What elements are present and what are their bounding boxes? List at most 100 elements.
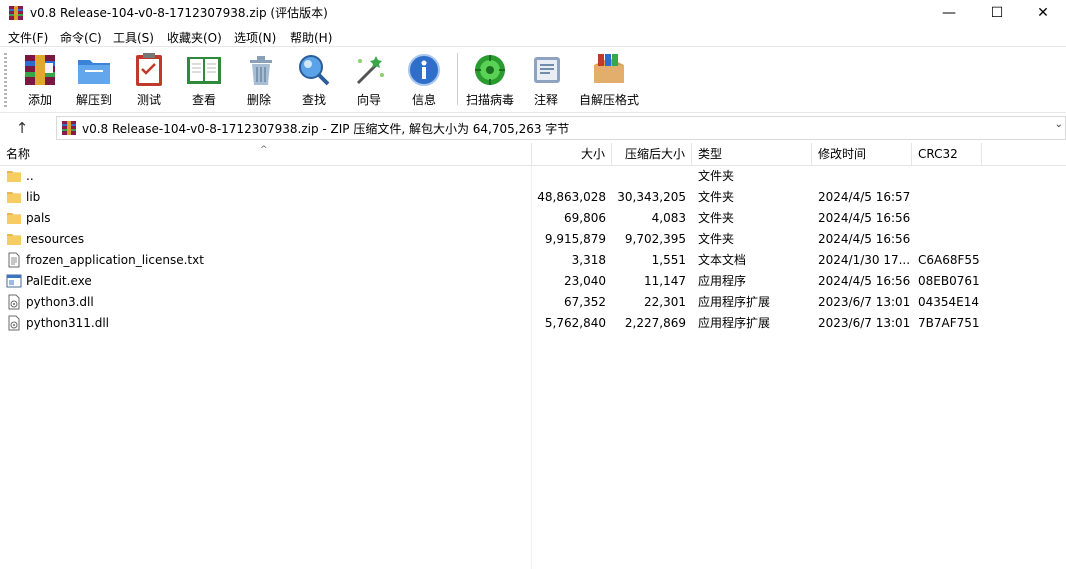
file-modified: 2024/4/5 16:56	[818, 274, 910, 288]
file-packed-size: 9,702,395	[624, 232, 686, 246]
delete-label: 删除	[246, 93, 271, 107]
extract-folder-icon	[78, 60, 110, 84]
minimize-button[interactable]: —	[926, 0, 972, 26]
file-type: 文件夹	[698, 211, 735, 225]
file-packed-size: 4,083	[651, 211, 686, 225]
file-row[interactable]: lib 48,863,028 30,343,205 文件夹 2024/4/5 16:57	[0, 187, 1066, 208]
comment-label: 注释	[533, 93, 558, 107]
exe-file-icon	[6, 273, 22, 289]
file-size: 23,040	[564, 274, 606, 288]
folder-icon	[6, 189, 22, 205]
text-file-icon	[6, 252, 22, 268]
folder-icon	[6, 210, 22, 226]
path-text: v0.8 Release-104-v0-8-1712307938.zip - Z…	[82, 122, 570, 136]
comment-button[interactable]: 注释	[528, 51, 564, 109]
close-button[interactable]: ✕	[1020, 0, 1066, 26]
menu-commands[interactable]: 命令(C)	[60, 29, 102, 46]
column-header-modified[interactable]: 修改时间	[812, 143, 912, 165]
info-button[interactable]: 信息	[405, 51, 443, 109]
file-packed-size: 30,343,205	[617, 190, 686, 204]
menu-file[interactable]: 文件(F)	[8, 29, 48, 46]
winrar-app-icon[interactable]	[8, 5, 24, 21]
file-packed-size: 11,147	[644, 274, 686, 288]
file-modified: 2023/6/7 13:01	[818, 316, 910, 330]
file-crc32	[918, 229, 982, 250]
find-button[interactable]: 查找	[294, 51, 334, 109]
file-packed-size: 2,227,869	[624, 316, 686, 330]
column-header-size[interactable]: 大小	[532, 143, 612, 165]
file-row[interactable]: python3.dll 67,352 22,301 应用程序扩展 2023/6/7 13…	[0, 292, 1066, 313]
view-button[interactable]: 查看	[182, 51, 226, 109]
column-header-crc32[interactable]: CRC32	[912, 143, 982, 165]
up-folder-button[interactable]: ↑	[10, 118, 34, 138]
virus-scan-button[interactable]: 扫描病毒	[464, 51, 516, 109]
menu-options[interactable]: 选项(N)	[234, 29, 276, 46]
test-label: 测试	[136, 93, 161, 107]
file-name: pals	[26, 211, 51, 225]
file-size	[533, 166, 606, 187]
file-crc32: 7B7AF751	[918, 316, 980, 330]
chevron-down-icon[interactable]: ⌄	[1055, 119, 1063, 130]
column-header-type[interactable]: 类型	[692, 143, 812, 165]
extract-to-button[interactable]: 解压到	[72, 51, 116, 109]
folder-icon	[6, 231, 22, 247]
file-list: .. 文件夹 lib 48,863,028 30,343,205 文件夹 2024/4/5 …	[0, 166, 1066, 334]
menu-favorites[interactable]: 收藏夹(O)	[167, 29, 222, 46]
column-header-name[interactable]: 名称 ^	[0, 143, 532, 165]
delete-button[interactable]: 删除	[242, 51, 276, 109]
maximize-button[interactable]: ☐	[974, 0, 1020, 26]
folder-icon	[6, 168, 22, 184]
sfx-button[interactable]: 自解压格式	[578, 51, 640, 109]
file-size: 48,863,028	[537, 190, 606, 204]
file-size: 9,915,879	[544, 232, 606, 246]
virus-scan-label: 扫描病毒	[465, 93, 514, 107]
view-book-icon	[187, 57, 221, 84]
menu-help[interactable]: 帮助(H)	[290, 29, 332, 46]
file-packed-size: 22,301	[644, 295, 686, 309]
file-type: 文本文档	[698, 253, 747, 267]
file-name-cell: pals	[6, 208, 526, 229]
toolbar-grip[interactable]	[4, 53, 7, 107]
file-type: 应用程序	[698, 274, 747, 288]
file-list-header: 名称 ^ 大小 压缩后大小 类型 修改时间 CRC32	[0, 143, 1066, 166]
path-combobox[interactable]: v0.8 Release-104-v0-8-1712307938.zip - Z…	[56, 116, 1066, 140]
file-name-cell: resources	[6, 229, 526, 250]
file-type: 文件夹	[698, 169, 735, 183]
wizard-wand-icon	[356, 56, 384, 85]
file-size: 69,806	[564, 211, 606, 225]
file-row[interactable]: resources 9,915,879 9,702,395 文件夹 2024/4/5 1…	[0, 229, 1066, 250]
file-row[interactable]: python311.dll 5,762,840 2,227,869 应用程序扩展 202…	[0, 313, 1066, 334]
menu-tools[interactable]: 工具(S)	[113, 29, 154, 46]
file-name: lib	[26, 190, 41, 204]
file-row[interactable]: pals 69,806 4,083 文件夹 2024/4/5 16:56	[0, 208, 1066, 229]
file-row[interactable]: .. 文件夹	[0, 166, 1066, 187]
test-button[interactable]: 测试	[130, 51, 168, 109]
sfx-label: 自解压格式	[578, 93, 639, 107]
file-type: 应用程序扩展	[698, 316, 771, 330]
column-header-packed[interactable]: 压缩后大小	[612, 143, 692, 165]
dll-file-icon	[6, 294, 22, 310]
file-name: ..	[26, 169, 34, 183]
file-packed-size: 1,551	[651, 253, 686, 267]
file-crc32	[918, 187, 982, 208]
wizard-label: 向导	[356, 93, 381, 107]
zip-archive-icon	[62, 121, 76, 135]
info-icon	[408, 54, 440, 86]
file-name: python3.dll	[26, 295, 94, 309]
file-name: resources	[26, 232, 85, 246]
info-label: 信息	[411, 93, 436, 107]
rar-add-icon	[25, 55, 55, 85]
sfx-box-icon	[594, 54, 624, 83]
window-title: v0.8 Release-104-v0-8-1712307938.zip (评估…	[30, 6, 328, 20]
file-row[interactable]: PalEdit.exe 23,040 11,147 应用程序 2024/4/5 16:5…	[0, 271, 1066, 292]
add-button[interactable]: 添加	[20, 51, 60, 109]
file-crc32	[918, 208, 982, 229]
file-size: 5,762,840	[544, 316, 606, 330]
test-clipboard-icon	[136, 53, 162, 86]
file-modified: 2023/6/7 13:01	[818, 295, 910, 309]
file-crc32	[918, 166, 982, 187]
file-modified: 2024/1/30 17...	[818, 253, 910, 267]
title-bar: v0.8 Release-104-v0-8-1712307938.zip (评估…	[0, 0, 1066, 26]
wizard-button[interactable]: 向导	[350, 51, 388, 109]
file-row[interactable]: frozen_application_license.txt 3,318 1,551…	[0, 250, 1066, 271]
